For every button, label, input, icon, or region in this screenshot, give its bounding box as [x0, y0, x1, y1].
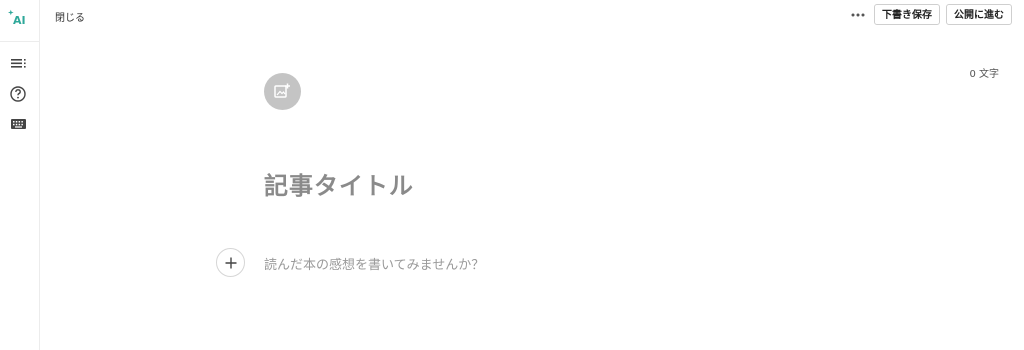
- add-block-button[interactable]: [216, 248, 245, 277]
- publish-button[interactable]: 公開に進む: [946, 4, 1012, 25]
- left-sidebar: AI: [0, 0, 40, 350]
- keyboard-icon[interactable]: [9, 117, 29, 137]
- char-count: 0 文字: [969, 69, 999, 80]
- ai-label: AI: [13, 14, 26, 27]
- save-draft-button[interactable]: 下書き保存: [874, 4, 940, 25]
- add-header-image-button[interactable]: [264, 73, 301, 110]
- plus-icon: [225, 257, 237, 269]
- table-of-contents-icon[interactable]: [9, 55, 29, 75]
- close-button[interactable]: 閉じる: [55, 9, 85, 24]
- sidebar-divider: [0, 41, 39, 42]
- ai-assistant-button[interactable]: AI: [7, 9, 31, 29]
- article-title-input[interactable]: 記事タイトル: [264, 166, 864, 201]
- help-icon[interactable]: [9, 85, 29, 105]
- more-dots-icon[interactable]: [849, 6, 867, 18]
- add-image-icon: [274, 83, 290, 98]
- article-body-input[interactable]: 読んだ本の感想を書いてみませんか？: [264, 254, 864, 273]
